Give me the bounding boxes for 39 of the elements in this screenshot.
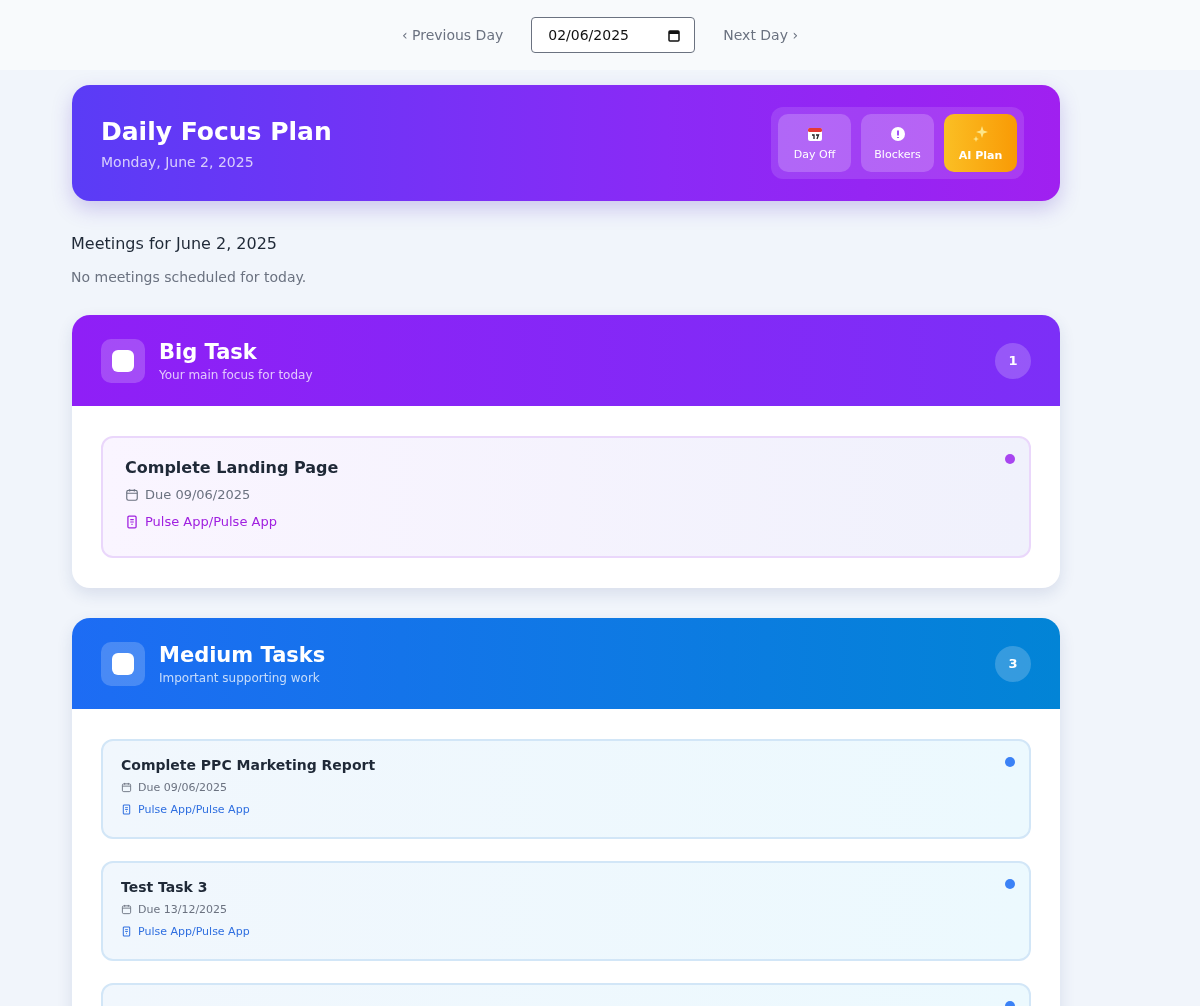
task-card[interactable]: Test Task 3 Due 13/12/2025 Pulse App/Pulse App: [101, 861, 1031, 961]
due-date: Due 13/12/2025: [138, 903, 228, 916]
action-button[interactable]: Blockers: [861, 114, 934, 172]
calendar-icon: [125, 487, 139, 502]
calendar-icon: [668, 28, 681, 42]
square-icon: [101, 641, 145, 686]
task-title: Test Task 3: [121, 879, 209, 895]
section-subtitle: Important supporting work: [159, 670, 321, 685]
date-field[interactable]: 02/06/2025: [531, 17, 696, 53]
document-icon: [125, 514, 139, 529]
square-icon: [101, 338, 145, 383]
section-subtitle: Your main focus for today: [159, 367, 313, 382]
task-count: 3: [995, 645, 1031, 682]
sparkles-icon: [971, 124, 990, 143]
action-button[interactable]: Day Off: [778, 114, 851, 172]
meetings-heading: Meetings for June 2, 2025: [71, 234, 278, 253]
task-count: 1: [995, 342, 1031, 379]
task-title: Complete PPC Marketing Report: [121, 757, 377, 773]
empty-meetings-text: No meetings scheduled for today.: [71, 269, 308, 285]
calendar-icon: [806, 125, 823, 142]
calendar-icon: [121, 782, 132, 793]
project-link[interactable]: Pulse App/Pulse App: [138, 803, 250, 816]
previous-day-link[interactable]: ‹ Previous Day: [401, 27, 504, 43]
document-icon: [121, 926, 132, 937]
page-title: Daily Focus Plan: [101, 116, 332, 146]
task-card[interactable]: Complete Landing Page Due 09/06/2025 Pulse App/Pulse App: [101, 436, 1031, 558]
header-date: Monday, June 2, 2025: [101, 153, 255, 170]
calendar-icon: [121, 904, 132, 915]
task-title: Complete Landing Page: [125, 458, 340, 477]
task-card[interactable]: Complete PPC Marketing Report Due 09/06/2025 Pulse App/Pulse App: [101, 739, 1031, 839]
section-title: Medium Tasks: [159, 642, 326, 667]
document-icon: [121, 804, 132, 815]
project-link[interactable]: Pulse App/Pulse App: [145, 514, 277, 529]
section-title: Big Task: [159, 339, 258, 364]
due-date: Due 09/06/2025: [138, 781, 228, 794]
due-date: Due 09/06/2025: [145, 487, 251, 502]
info-icon: [889, 125, 906, 142]
next-day-link[interactable]: Next Day ›: [723, 27, 799, 43]
project-link[interactable]: Pulse App/Pulse App: [138, 925, 250, 938]
